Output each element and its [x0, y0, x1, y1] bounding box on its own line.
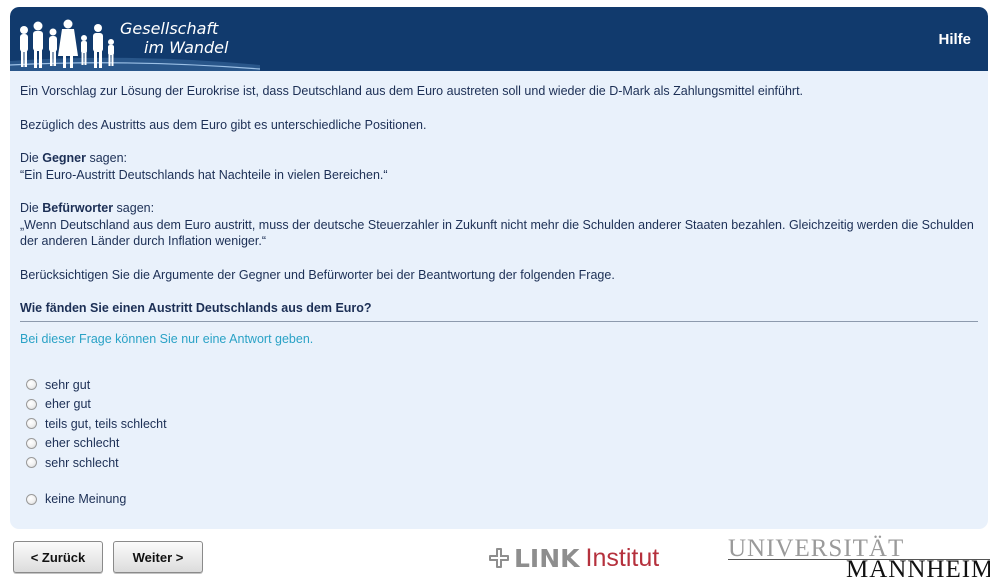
supporters-quote: „Wenn Deutschland aus dem Euro austritt,…	[20, 217, 974, 249]
link-wordmark: LINK	[514, 543, 580, 573]
option-eher-gut[interactable]: eher gut	[26, 395, 167, 415]
option-label: eher gut	[45, 397, 91, 412]
question-title: Wie fänden Sie einen Austritt Deutschlan…	[20, 300, 978, 322]
survey-panel: Gesellschaft im Wandel Hilfe Ein Vorschl…	[10, 7, 988, 529]
intro-paragraph: Ein Vorschlag zur Lösung der Eurokrise i…	[20, 84, 804, 98]
option-eher-schlecht[interactable]: eher schlecht	[26, 434, 167, 454]
option-label: sehr gut	[45, 377, 91, 392]
supporters-heading: Die Befürworter sagen:	[20, 200, 978, 217]
option-label: sehr schlecht	[45, 455, 119, 470]
option-sehr-schlecht[interactable]: sehr schlecht	[26, 453, 167, 473]
header-bar: Gesellschaft im Wandel Hilfe	[10, 7, 988, 71]
radio-button[interactable]	[26, 418, 37, 430]
radio-button[interactable]	[26, 437, 37, 449]
people-silhouette-logo	[20, 19, 114, 68]
radio-button[interactable]	[26, 398, 37, 410]
opponents-suffix: sagen:	[86, 151, 128, 165]
brand-line-2: im Wandel	[144, 38, 229, 57]
option-keine-meinung[interactable]: keine Meinung	[26, 490, 167, 510]
positions-paragraph: Bezüglich des Austritts aus dem Euro gib…	[20, 117, 427, 132]
help-link[interactable]: Hilfe	[938, 31, 971, 48]
opponents-label: Gegner	[42, 151, 86, 165]
option-label: teils gut, teils schlecht	[45, 416, 167, 431]
radio-button[interactable]	[26, 493, 37, 505]
back-button[interactable]: < Zurück	[13, 541, 103, 573]
opponents-quote: “Ein Euro-Austritt Deutschlands hat Nach…	[20, 167, 388, 182]
consider-paragraph: Berücksichtigen Sie die Argumente der Ge…	[20, 267, 615, 282]
radio-button[interactable]	[26, 457, 37, 469]
university-mannheim-logo: UNIVERSITÄT MANNHEIM	[728, 535, 990, 583]
opponents-block: Die Gegner sagen: “Ein Euro-Austritt Deu…	[20, 150, 978, 183]
answer-hint: Bei dieser Frage können Sie nur eine Ant…	[20, 331, 314, 346]
supporters-prefix: Die	[20, 201, 43, 215]
opponents-prefix: Die	[20, 151, 43, 165]
link-cross-icon	[489, 548, 509, 568]
supporters-label: Befürworter	[42, 201, 114, 215]
option-teils-gut-teils-schlecht[interactable]: teils gut, teils schlecht	[26, 414, 167, 434]
next-button[interactable]: Weiter >	[113, 541, 203, 573]
option-sehr-gut[interactable]: sehr gut	[26, 375, 167, 395]
radio-button[interactable]	[26, 379, 37, 391]
question-content: Ein Vorschlag zur Lösung der Eurokrise i…	[20, 83, 978, 347]
brand-title: Gesellschaft im Wandel	[120, 19, 228, 57]
brand-line-1: Gesellschaft	[120, 19, 219, 38]
supporters-suffix: sagen:	[113, 201, 155, 215]
uni-wordmark-bottom: MANNHEIM	[846, 556, 990, 583]
supporters-block: Die Befürworter sagen: „Wenn Deutschland…	[20, 200, 978, 250]
institut-wordmark: Institut	[585, 543, 660, 572]
answer-options: sehr gut eher gut teils gut, teils schle…	[26, 375, 167, 509]
option-label: keine Meinung	[45, 492, 127, 507]
link-institut-logo: LINK Institut	[488, 543, 660, 573]
option-label: eher schlecht	[45, 436, 120, 451]
opponents-heading: Die Gegner sagen:	[20, 150, 978, 167]
